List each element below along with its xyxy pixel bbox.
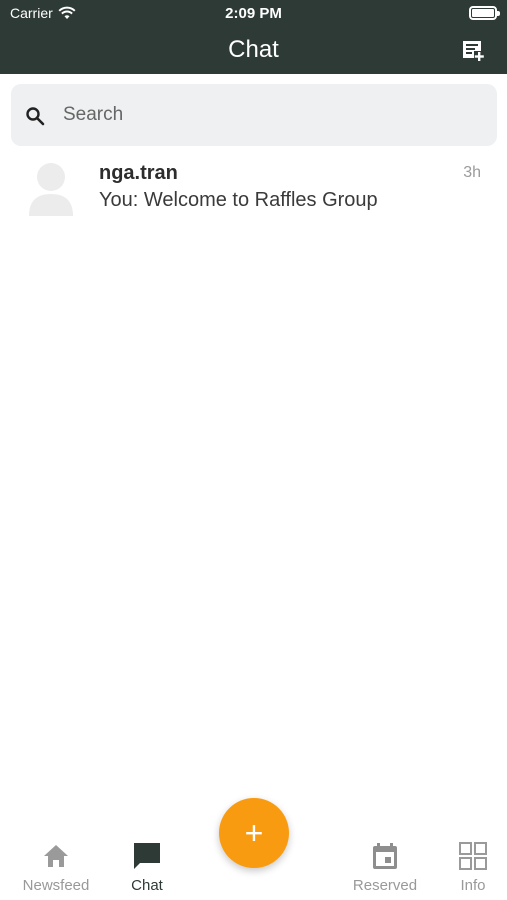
tab-label: Info bbox=[460, 877, 486, 894]
search-bar[interactable] bbox=[11, 84, 497, 146]
search-input[interactable] bbox=[63, 100, 483, 130]
search-icon bbox=[26, 107, 45, 126]
calendar-icon bbox=[373, 843, 397, 869]
header: Carrier 2:09 PM Chat bbox=[0, 0, 507, 74]
tab-reserved[interactable]: Reserved bbox=[340, 828, 430, 900]
tab-label: Newsfeed bbox=[22, 877, 90, 894]
tab-bar: Newsfeed Chat Reserved Info bbox=[0, 828, 507, 900]
conversation-name: nga.tran bbox=[99, 162, 178, 184]
tab-newsfeed[interactable]: Newsfeed bbox=[11, 828, 101, 900]
clock: 2:09 PM bbox=[225, 5, 282, 22]
grid-icon bbox=[459, 842, 487, 870]
conversation-time: 3h bbox=[463, 164, 481, 181]
conversation-last-message: You: Welcome to Raffles Group bbox=[99, 189, 378, 211]
avatar bbox=[29, 163, 73, 216]
page-title: Chat bbox=[228, 36, 279, 63]
compose-icon[interactable] bbox=[461, 38, 485, 62]
conversation-list: nga.tran 3h You: Welcome to Raffles Grou… bbox=[0, 150, 507, 226]
tab-label: Reserved bbox=[352, 877, 418, 894]
status-bar: Carrier 2:09 PM bbox=[0, 0, 507, 28]
tab-chat[interactable]: Chat bbox=[102, 828, 192, 900]
battery-icon bbox=[469, 6, 500, 20]
conversation-item[interactable]: nga.tran 3h You: Welcome to Raffles Grou… bbox=[0, 150, 507, 226]
home-icon bbox=[44, 845, 68, 867]
chat-bubble-icon bbox=[134, 843, 160, 869]
tab-info[interactable]: Info bbox=[428, 828, 507, 900]
tab-label: Chat bbox=[131, 877, 163, 894]
